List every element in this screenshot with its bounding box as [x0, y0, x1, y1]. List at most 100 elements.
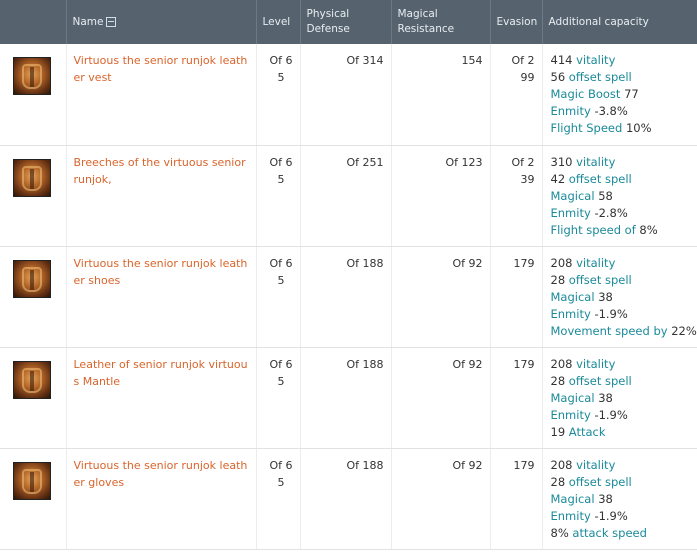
item-magical-resistance: 154 — [390, 44, 490, 146]
capacity-line: 414 vitality — [551, 52, 696, 69]
leather-gloves-icon[interactable] — [13, 461, 51, 500]
capacity-line: 8% attack speed — [551, 525, 696, 542]
capacity-after: -3.8% — [594, 104, 628, 118]
item-level: Of 65 — [255, 347, 300, 449]
name-column-header[interactable]: Name — [65, 0, 256, 44]
item-magical-resistance: Of 123 — [390, 145, 490, 247]
leather-vest-icon[interactable] — [13, 57, 51, 95]
item-magical-resistance: Of 92 — [390, 246, 490, 348]
capacity-stat: vitality — [576, 154, 616, 169]
item-level: Of 65 — [255, 145, 300, 247]
capacity-after: 38 — [598, 289, 613, 304]
capacity-value: 8% — [550, 525, 569, 540]
item-evasion: Of 239 — [489, 145, 542, 247]
capacity-stat: offset spell — [568, 474, 632, 489]
item-evasion: 179 — [489, 347, 542, 449]
capacity-line: Enmity -3.8% — [551, 103, 696, 120]
item-additional-capacity: 208 vitality 28 offset spell Magical 38 … — [541, 448, 697, 550]
level-column-header[interactable]: Level — [255, 0, 300, 44]
item-additional-capacity: 208 vitality 28 offset spell Magical 38 … — [541, 347, 697, 449]
capacity-stat: Enmity — [550, 407, 591, 422]
item-icon-cell — [0, 44, 66, 146]
capacity-after: 38 — [598, 491, 613, 506]
table-row: Virtuous the senior runjok leather shoes… — [0, 246, 697, 348]
capacity-line: 28 offset spell — [551, 373, 696, 390]
capacity-stat: vitality — [576, 53, 616, 67]
capacity-stat: offset spell — [568, 272, 632, 287]
capacity-stat: Enmity — [550, 104, 591, 118]
item-icon-cell — [0, 145, 66, 247]
item-name-link[interactable]: Leather of senior runjok virtuous Mantle — [65, 347, 256, 449]
physical-defense-column-header[interactable]: Physical Defense — [299, 0, 391, 44]
capacity-stat: Flight Speed — [550, 121, 623, 135]
leather-shoes-icon[interactable] — [13, 259, 51, 298]
table-row: Leather of senior runjok virtuous Mantle… — [0, 347, 697, 449]
item-name-link[interactable]: Virtuous the senior runjok leather shoes — [65, 246, 256, 348]
capacity-stat: Attack — [568, 424, 606, 439]
capacity-stat: Magical — [550, 188, 595, 203]
item-additional-capacity: 208 vitality 28 offset spell Magical 38 … — [541, 246, 697, 348]
capacity-value: 208 — [550, 457, 573, 472]
name-header-label: Name — [72, 15, 104, 28]
capacity-after: 10% — [625, 121, 652, 135]
capacity-after: 8% — [639, 222, 658, 237]
capacity-line: Flight Speed 10% — [551, 120, 696, 137]
capacity-line: 208 vitality — [551, 457, 696, 474]
capacity-stat: Enmity — [550, 508, 591, 523]
leather-breeches-icon[interactable] — [13, 158, 51, 197]
evasion-column-header[interactable]: Evasion — [489, 0, 542, 44]
item-physical-defense: Of 314 — [299, 44, 391, 146]
capacity-after: -2.8% — [594, 205, 628, 220]
item-physical-defense: Of 188 — [299, 347, 391, 449]
capacity-line: Enmity -1.9% — [551, 306, 696, 323]
capacity-stat: vitality — [576, 457, 616, 472]
capacity-stat: Enmity — [550, 205, 591, 220]
capacity-stat: Movement speed by — [550, 323, 668, 338]
capacity-line: Movement speed by 22% — [550, 323, 697, 340]
table-row: Virtuous the senior runjok leather vest O… — [0, 44, 697, 146]
capacity-after: 22% — [671, 323, 697, 338]
capacity-value: 56 — [550, 70, 566, 84]
item-icon-cell — [0, 448, 66, 550]
capacity-after: -1.9% — [594, 407, 628, 422]
item-physical-defense: Of 188 — [299, 246, 391, 348]
item-additional-capacity: 414 vitality 56 offset spell Magic Boost… — [541, 44, 697, 146]
additional-capacity-column-header[interactable]: Additional capacity — [541, 0, 697, 44]
capacity-after: 58 — [598, 188, 613, 203]
item-physical-defense: Of 251 — [299, 145, 391, 247]
item-table: Name Level Physical Defense Magical Resi… — [0, 0, 697, 550]
capacity-line: 19 Attack — [551, 424, 696, 441]
capacity-stat: offset spell — [568, 70, 632, 84]
item-evasion: 179 — [489, 448, 542, 550]
leather-mantle-icon[interactable] — [13, 360, 51, 399]
capacity-line: 28 offset spell — [551, 474, 696, 491]
capacity-line: Magical 58 — [551, 188, 696, 205]
capacity-line: 56 offset spell — [551, 69, 696, 86]
capacity-line: Enmity -2.8% — [551, 205, 696, 222]
item-name-link[interactable]: Virtuous the senior runjok leather vest — [65, 44, 256, 146]
table-row: Virtuous the senior runjok leather glove… — [0, 448, 697, 550]
capacity-line: 28 offset spell — [551, 272, 696, 289]
capacity-after: 77 — [624, 87, 639, 101]
capacity-line: Flight speed of 8% — [551, 222, 696, 239]
capacity-value: 28 — [550, 474, 566, 489]
item-icon-cell — [0, 347, 66, 449]
item-name-link[interactable]: Virtuous the senior runjok leather glove… — [65, 448, 256, 550]
capacity-stat: vitality — [576, 255, 616, 270]
capacity-value: 28 — [550, 272, 566, 287]
capacity-after: 38 — [598, 390, 613, 405]
magical-resistance-column-header[interactable]: Magical Resistance — [390, 0, 490, 44]
capacity-line: Magical 38 — [551, 491, 696, 508]
capacity-line: Enmity -1.9% — [551, 508, 696, 525]
item-evasion: 179 — [489, 246, 542, 348]
item-level: Of 65 — [255, 448, 300, 550]
capacity-value: 414 — [550, 53, 573, 67]
capacity-line: 208 vitality — [551, 255, 696, 272]
item-name-link[interactable]: Breeches of the virtuous senior runjok, — [65, 145, 256, 247]
item-level: Of 65 — [255, 246, 300, 348]
item-icon-cell — [0, 246, 66, 348]
item-physical-defense: Of 188 — [299, 448, 391, 550]
collapse-icon[interactable] — [106, 17, 117, 27]
item-level: Of 65 — [255, 44, 300, 146]
capacity-stat: Magic Boost — [550, 87, 621, 101]
